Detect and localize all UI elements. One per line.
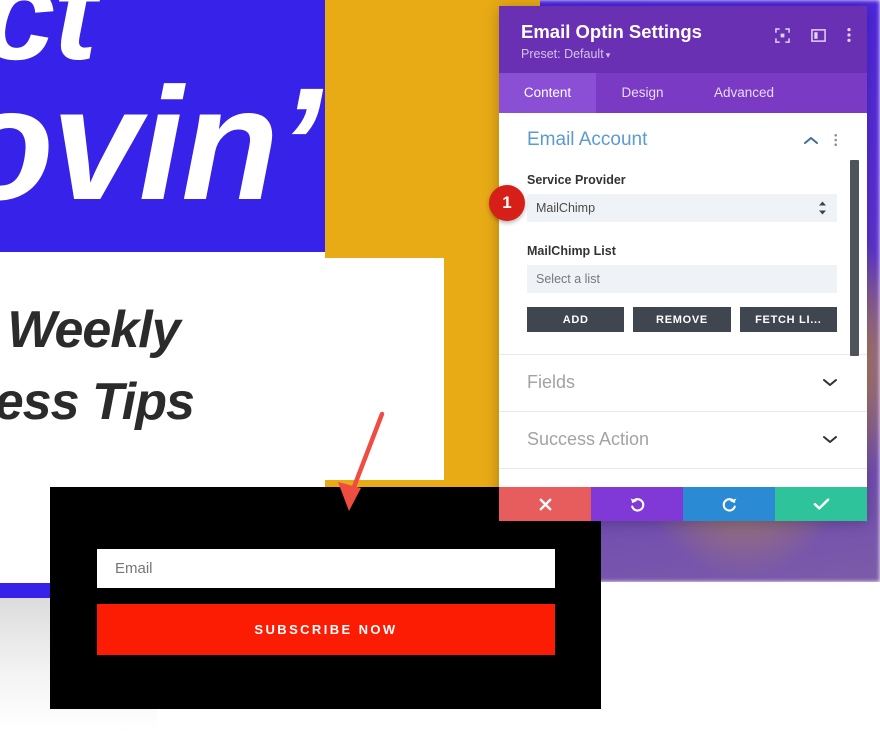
mailchimp-list-input[interactable]: Select a list	[527, 265, 837, 294]
card-heading-line-2: ness Tips	[0, 373, 195, 431]
stepper-arrows-icon	[819, 201, 826, 215]
save-button[interactable]	[775, 487, 867, 521]
section-divider	[499, 468, 867, 486]
layout-toggle-icon[interactable]	[811, 28, 826, 43]
remove-button[interactable]: REMOVE	[633, 307, 731, 333]
hero-headline-line-2: ovin’	[0, 54, 321, 233]
fetch-lists-button[interactable]: FETCH LI...	[739, 307, 837, 333]
service-provider-label: Service Provider	[527, 173, 626, 188]
service-provider-value: MailChimp	[536, 201, 596, 216]
add-button[interactable]: ADD	[527, 307, 625, 333]
tab-design[interactable]: Design	[596, 73, 689, 113]
email-input[interactable]: Email	[97, 549, 555, 588]
x-icon	[539, 498, 551, 510]
preset-selector[interactable]: Preset: Default ▾	[521, 47, 849, 61]
mailchimp-list-placeholder: Select a list	[536, 272, 600, 287]
check-icon	[813, 498, 829, 510]
hero-white-card	[0, 258, 444, 480]
section-success-action[interactable]: Success Action	[499, 411, 867, 468]
section-email-account: Email Account Service Provider MailChimp…	[499, 113, 867, 340]
undo-button[interactable]	[591, 487, 683, 521]
email-optin-settings-panel: Email Optin Settings Preset: Default ▾ C…	[499, 6, 867, 521]
preset-label: Preset: Default	[521, 47, 604, 62]
preset-caret-icon: ▾	[605, 50, 611, 61]
undo-icon	[630, 497, 644, 512]
panel-action-bar	[499, 487, 867, 521]
service-provider-select[interactable]: MailChimp	[527, 194, 837, 223]
more-options-icon[interactable]	[833, 133, 838, 147]
chevron-down-icon[interactable]	[823, 435, 837, 444]
section-title: Email Account	[527, 129, 648, 151]
close-button[interactable]	[499, 487, 591, 521]
panel-header-icons	[775, 27, 851, 43]
chevron-down-icon[interactable]	[823, 378, 837, 387]
section-header-icons	[803, 133, 838, 147]
tab-advanced[interactable]: Advanced	[689, 73, 799, 113]
mailchimp-list-label: MailChimp List	[527, 244, 616, 259]
chevron-up-icon[interactable]	[803, 136, 818, 145]
screenshot-root: ct ovin’ e Weekly ness Tips Email SUBSCR…	[0, 0, 880, 732]
section-fields[interactable]: Fields	[499, 354, 867, 411]
section-success-action-label: Success Action	[527, 429, 650, 450]
section-fields-label: Fields	[527, 372, 576, 393]
more-options-icon[interactable]	[847, 27, 851, 43]
panel-scrollbar[interactable]	[850, 160, 859, 357]
tab-content[interactable]: Content	[499, 73, 596, 114]
fullscreen-icon[interactable]	[775, 27, 790, 43]
redo-button[interactable]	[683, 487, 775, 521]
email-placeholder-text: Email	[115, 560, 153, 577]
redo-icon	[722, 497, 736, 512]
panel-tabs: Content Design Advanced	[499, 73, 867, 114]
step-number-badge: 1	[489, 185, 525, 221]
card-heading-line-1: e Weekly	[0, 301, 181, 359]
subscribe-now-button[interactable]: SUBSCRIBE NOW	[97, 604, 555, 655]
panel-body: Email Account Service Provider MailChimp…	[499, 113, 867, 487]
panel-header: Email Optin Settings Preset: Default ▾	[499, 6, 867, 74]
section-header-row[interactable]: Email Account	[527, 129, 837, 151]
list-action-buttons: ADD REMOVE FETCH LI...	[527, 307, 837, 333]
